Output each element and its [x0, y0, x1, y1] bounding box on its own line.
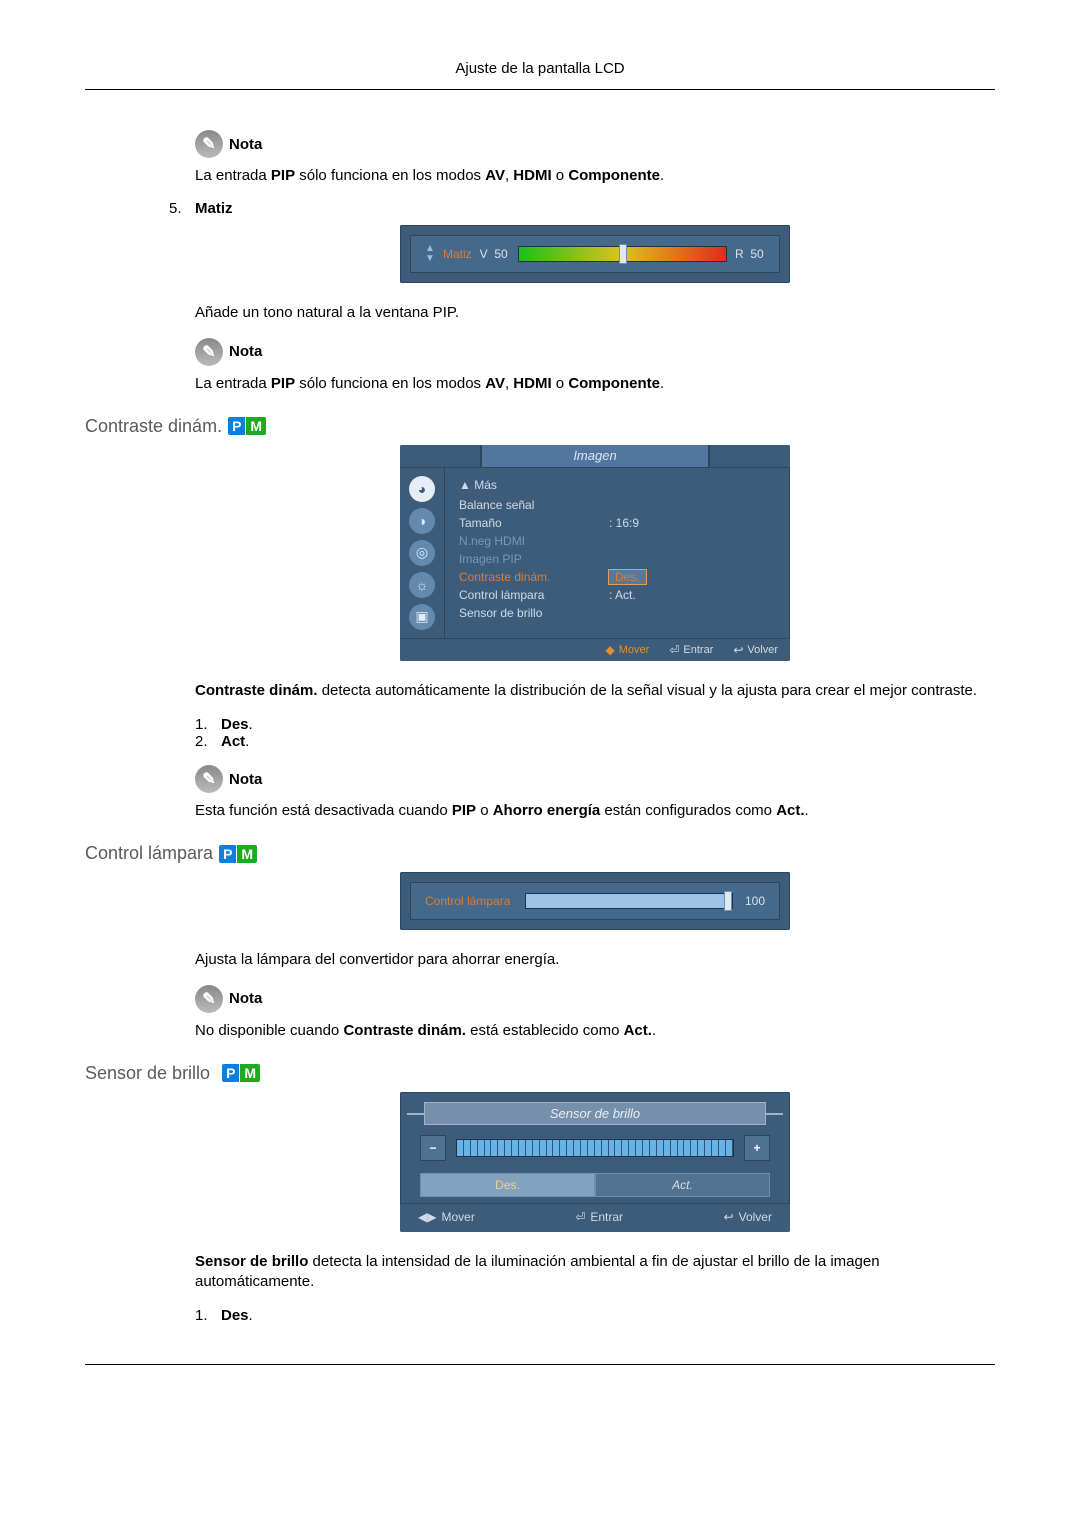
- menu-footer: ◆Mover ⏎Entrar ↩Volver: [400, 638, 790, 661]
- cl-value: 100: [741, 894, 765, 908]
- matiz-slider: [518, 246, 727, 262]
- menu-icon: ▣: [409, 604, 435, 630]
- note-block: ✎ Nota: [195, 985, 995, 1013]
- pip-note: La entrada PIP sólo funciona en los modo…: [195, 166, 995, 186]
- pm-badge-icon: PM: [228, 417, 266, 435]
- contraste-note: Esta función está desactivada cuando PIP…: [195, 801, 995, 821]
- menu-icon: ◎: [409, 540, 435, 566]
- list-item-5: 5. Matiz: [169, 200, 995, 217]
- sb-footer: ◀▶Mover ⏎Entrar ↩Volver: [400, 1203, 790, 1232]
- sb-slider: [456, 1139, 734, 1157]
- sb-tab-des: Des.: [420, 1173, 595, 1197]
- note-icon: ✎: [195, 765, 223, 793]
- sb-desc: Sensor de brillo detecta la intensidad d…: [195, 1252, 995, 1293]
- section-contraste-dinam: Contraste dinám. PM: [85, 416, 995, 437]
- cl-label: Control lámpara: [425, 894, 517, 908]
- control-lampara-osd: Control lámpara 100: [400, 872, 790, 930]
- matiz-label: Matiz: [443, 247, 472, 261]
- menu-list: ▲ Más Balance señal Tamaño: 16:9 N.neg H…: [445, 468, 790, 638]
- note-icon: ✎: [195, 338, 223, 366]
- sb-minus-button: −: [420, 1135, 446, 1161]
- cl-desc: Ajusta la lámpara del convertidor para a…: [195, 950, 995, 970]
- pip-note: La entrada PIP sólo funciona en los modo…: [195, 374, 995, 394]
- matiz-left: V 50: [480, 247, 510, 261]
- sensor-brillo-osd: Sensor de brillo − + Des. Act. ◀▶Mover ⏎…: [400, 1092, 790, 1232]
- menu-icon-column: ◕ ◑ ◎ ☼ ▣: [400, 468, 445, 638]
- pm-badge-icon: PM: [219, 845, 257, 863]
- sb-heading: Sensor de brillo: [424, 1102, 766, 1125]
- sb-options: 1.Des.: [195, 1307, 995, 1324]
- menu-icon: ◑: [409, 508, 435, 534]
- note-block: ✎ Nota: [195, 338, 995, 366]
- note-icon: ✎: [195, 985, 223, 1013]
- note-label: Nota: [229, 771, 262, 788]
- matiz-osd: ▲▼ Matiz V 50 R 50: [400, 225, 790, 283]
- note-label: Nota: [229, 343, 262, 360]
- arrows-icon: ▲▼: [425, 244, 435, 264]
- note-block: ✎ Nota: [195, 765, 995, 793]
- menu-icon: ☼: [409, 572, 435, 598]
- contraste-desc: Contraste dinám. detecta automáticamente…: [195, 681, 995, 701]
- section-control-lampara: Control lámpara PM: [85, 843, 995, 864]
- menu-tabbar: Imagen: [400, 445, 790, 468]
- matiz-right: R 50: [735, 247, 765, 261]
- sb-plus-button: +: [744, 1135, 770, 1161]
- bottom-rule: [85, 1364, 995, 1365]
- note-label: Nota: [229, 136, 262, 153]
- note-block: ✎ Nota: [195, 130, 995, 158]
- cl-slider: [525, 893, 733, 909]
- page-title: Ajuste de la pantalla LCD: [85, 60, 995, 77]
- top-rule: [85, 89, 995, 90]
- cl-note: No disponible cuando Contraste dinám. es…: [195, 1021, 995, 1041]
- sb-tab-act: Act.: [595, 1173, 770, 1197]
- note-icon: ✎: [195, 130, 223, 158]
- note-label: Nota: [229, 990, 262, 1007]
- imagen-menu-osd: Imagen ◕ ◑ ◎ ☼ ▣ ▲ Más Balance señal Tam…: [400, 445, 790, 661]
- item-title: Matiz: [195, 200, 233, 217]
- menu-more: ▲ Más: [459, 476, 778, 496]
- menu-icon-image: ◕: [409, 476, 435, 502]
- section-sensor-brillo: Sensor de brillo PM: [85, 1063, 995, 1084]
- contraste-options: 1.Des. 2.Act.: [195, 716, 995, 750]
- matiz-desc: Añade un tono natural a la ventana PIP.: [195, 303, 995, 323]
- pm-badge-icon: PM: [222, 1064, 260, 1082]
- item-number: 5.: [169, 200, 195, 217]
